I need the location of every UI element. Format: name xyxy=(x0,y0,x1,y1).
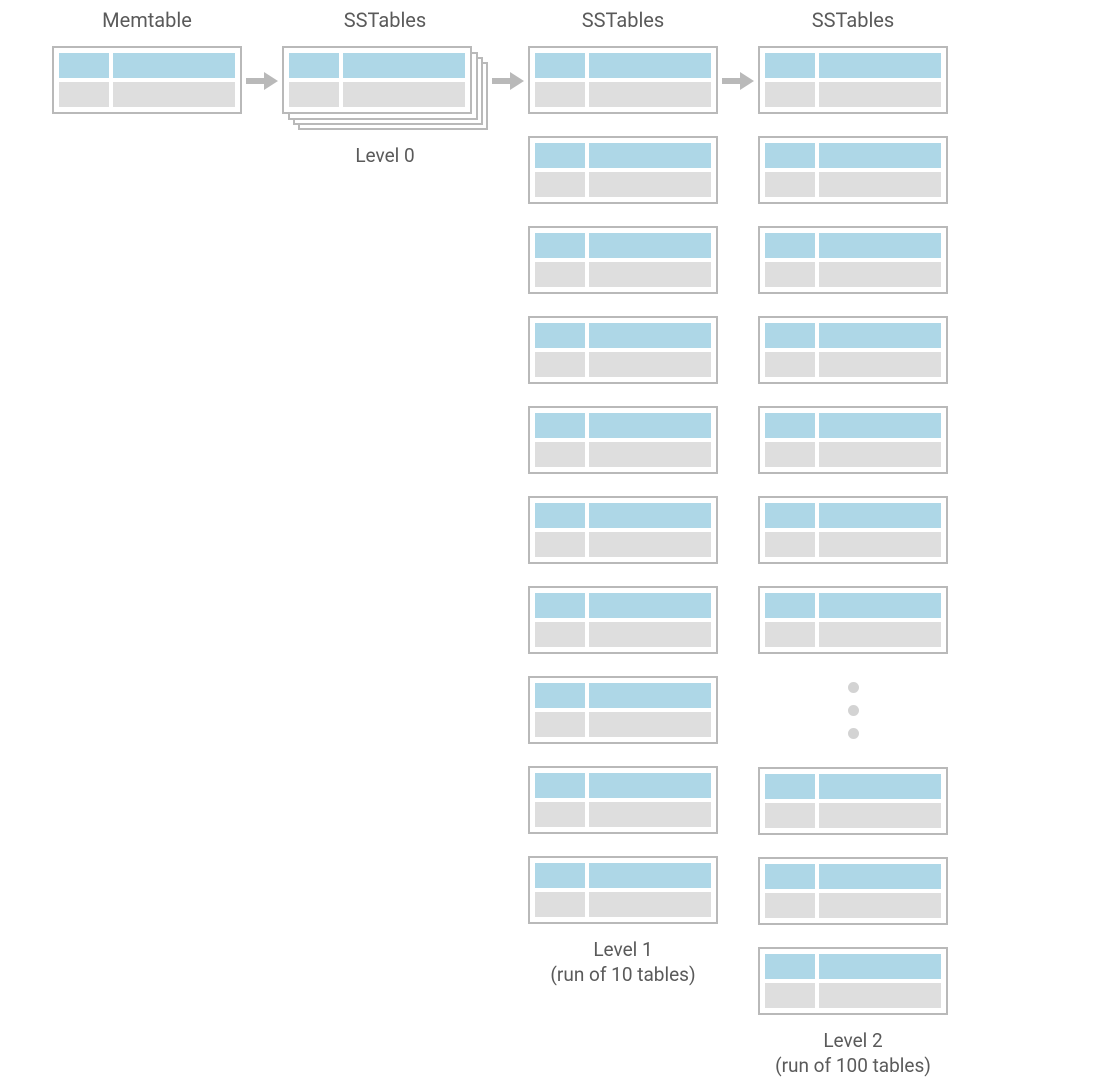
sstable-card xyxy=(282,46,472,114)
level1-caption-line1: Level 1 xyxy=(593,938,652,961)
sstable-card xyxy=(528,406,718,474)
arrow-slot-1: . xyxy=(242,8,282,91)
level2-caption-line1: Level 2 xyxy=(823,1029,882,1052)
memtable-card xyxy=(52,46,242,114)
level1-title: SSTables xyxy=(582,8,664,32)
level2-title: SSTables xyxy=(812,8,894,32)
ellipsis-dot-icon xyxy=(848,728,859,739)
sstable-card xyxy=(528,856,718,924)
column-memtable: Memtable xyxy=(52,8,242,114)
sstable-card xyxy=(528,496,718,564)
ellipsis-dots xyxy=(758,676,948,745)
column-level0: SSTables Level 0 xyxy=(282,8,488,169)
column-level1: SSTables Level 1 (run of 10 tables) xyxy=(528,8,718,987)
sstable-card xyxy=(758,316,948,384)
sstable-card xyxy=(758,46,948,114)
level1-tables xyxy=(528,46,718,924)
memtable-title: Memtable xyxy=(102,8,192,32)
sstable-card xyxy=(758,857,948,925)
arrow-right-icon xyxy=(246,71,278,91)
ellipsis-dot-icon xyxy=(848,705,859,716)
sstable-card xyxy=(528,226,718,294)
ellipsis-dot-icon xyxy=(848,682,859,693)
sstable-card xyxy=(528,316,718,384)
sstable-card xyxy=(528,766,718,834)
level0-stack xyxy=(282,46,488,130)
arrow-slot-3: . xyxy=(718,8,758,91)
sstable-card xyxy=(528,586,718,654)
level2-caption: Level 2 (run of 100 tables) xyxy=(775,1029,931,1078)
arrow-right-icon xyxy=(722,71,754,91)
sstable-card xyxy=(528,676,718,744)
sstable-card xyxy=(758,767,948,835)
arrow-right-icon xyxy=(492,71,524,91)
lsm-compaction-diagram: Memtable . SSTables xyxy=(52,8,948,1078)
arrow-slot-2: . xyxy=(488,8,528,91)
sstable-card xyxy=(758,226,948,294)
sstable-card xyxy=(758,947,948,1015)
level1-caption-line2: (run of 10 tables) xyxy=(550,963,695,986)
level0-title: SSTables xyxy=(344,8,426,32)
level1-caption: Level 1 (run of 10 tables) xyxy=(550,938,695,987)
sstable-card xyxy=(528,46,718,114)
sstable-card xyxy=(758,496,948,564)
sstable-card xyxy=(758,136,948,204)
sstable-card xyxy=(758,586,948,654)
sstable-card xyxy=(758,406,948,474)
level0-caption: Level 0 xyxy=(355,144,414,169)
level2-tables xyxy=(758,46,948,1015)
sstable-card xyxy=(528,136,718,204)
column-level2: SSTables Level 2 (run of 100 tables) xyxy=(758,8,948,1078)
level2-caption-line2: (run of 100 tables) xyxy=(775,1054,931,1077)
